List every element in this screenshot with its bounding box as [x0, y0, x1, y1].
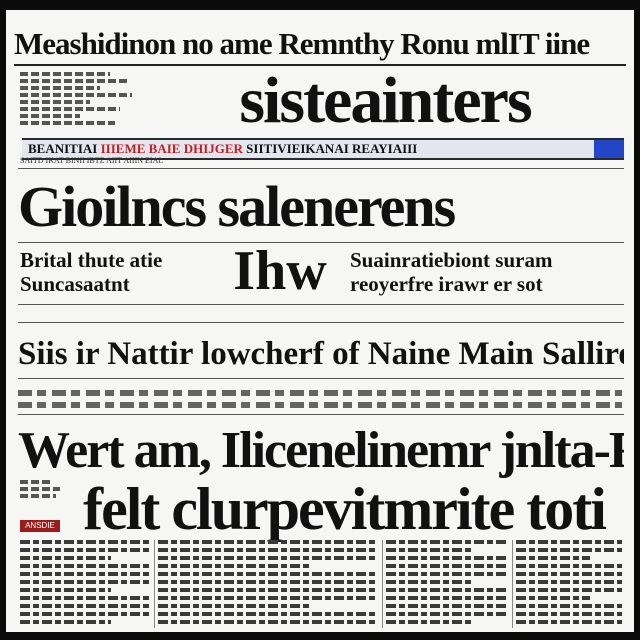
divider: [18, 304, 624, 305]
deck-right-line-2: reoyerfre irawr er sot: [350, 272, 543, 296]
deck-center-word: Ihw: [233, 240, 327, 302]
article-column-1: [20, 540, 150, 628]
headline-large-display: felt clurpevitmrite toti: [83, 476, 607, 542]
fine-print-line: [18, 402, 622, 408]
masthead-side-text: [20, 72, 140, 128]
banner-text-left: BEANITIAI: [28, 141, 98, 156]
divider: [18, 414, 624, 415]
page-border-left: [0, 0, 6, 640]
page-border-bottom: [0, 632, 640, 640]
deck-right-line-1: Suainratiebiont suram: [350, 248, 553, 272]
page-border-right: [634, 0, 640, 640]
article-column-2: [158, 540, 378, 628]
headline-primary: Gioilncs salenerens: [18, 174, 456, 239]
divider: [18, 378, 624, 379]
column-divider: [154, 540, 155, 628]
banner-color-block: [594, 140, 624, 158]
nameplate-title: sisteainters: [239, 64, 532, 137]
headline-tertiary: Wert am, Ilicenelinemr jnlta-Ram: [18, 422, 624, 479]
column-divider: [382, 540, 383, 628]
banner-text: BEANITIAI IIIEME BAIE DHIJGER SIITIVIEIK…: [28, 140, 568, 158]
fine-print-line: [18, 390, 622, 396]
article-column-4: [516, 540, 622, 628]
article-column-3: [386, 540, 508, 628]
side-fine-print: [20, 480, 64, 501]
deck-left-line-2: Suncasaatnt: [20, 272, 130, 296]
headline-secondary: Siis ir Nattir lowcherf of Naine Main Sa…: [18, 336, 624, 372]
section-tag: ANSDIE: [20, 520, 60, 532]
deck-left-line-1: Brital thute atie: [20, 248, 163, 272]
masthead-top-line: Meashidinon no ame Remnthy Ronu mlIT iin…: [14, 26, 590, 61]
page-border-top: [0, 0, 640, 10]
banner-text-right: SIITIVIEIKANAI REAYIAIII: [246, 141, 418, 156]
banner-text-highlight: IIIEME BAIE DHIJGER: [100, 141, 243, 156]
divider: [18, 168, 624, 169]
column-divider: [512, 540, 513, 628]
divider: [18, 322, 624, 323]
sub-column-labels: SAITD IKAT BINII IBTZ AIIT AIIIN EIAL: [20, 157, 164, 165]
